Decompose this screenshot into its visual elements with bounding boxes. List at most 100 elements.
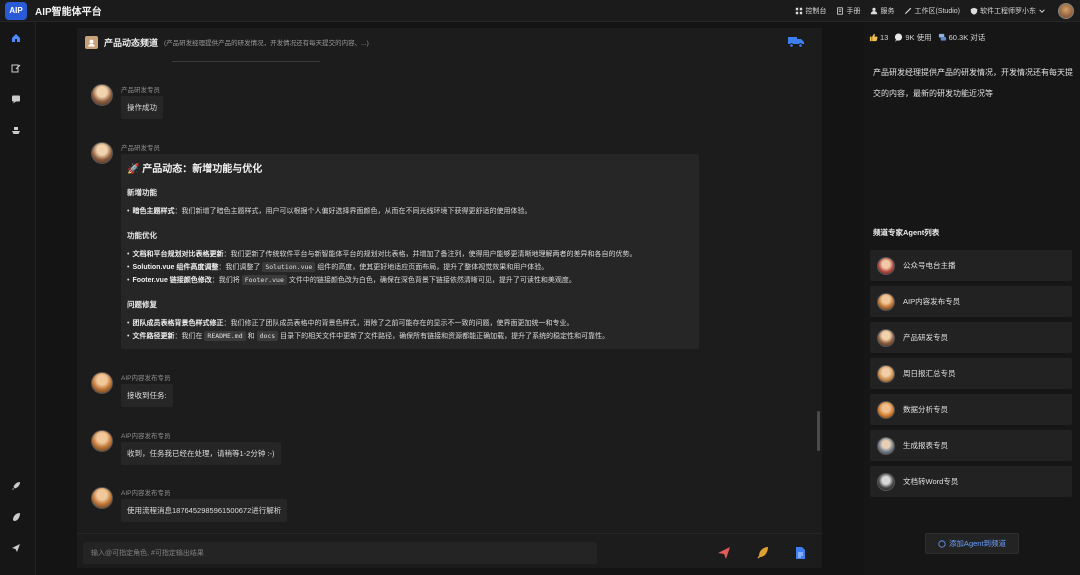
nav-user-label: 软件工程师罗小东 (980, 8, 1036, 15)
nav-studio[interactable]: 工作区(Studio) (904, 6, 960, 16)
home-icon[interactable] (10, 32, 22, 44)
agent-list-item[interactable]: 公众号电台主播 (870, 250, 1072, 281)
section-heading: 新增功能 (127, 188, 157, 197)
nav-user-menu[interactable]: 软件工程师罗小东 (970, 6, 1046, 16)
message-sender: 产品研发专员 (121, 145, 160, 152)
truck-icon[interactable] (788, 35, 804, 48)
agent-avatar (877, 292, 895, 311)
nav-console[interactable]: 控制台 (795, 6, 826, 16)
channel-name: 产品动态频道 (104, 37, 159, 48)
studio-icon (905, 7, 912, 15)
list-item: 团队成员表格背景色样式修正：我们修正了团队成员表格中的背景色样式，消除了之前可能… (127, 317, 693, 330)
right-panel: 13 9K 使用 60.3K 对话 产品研发经理提供产品的研发情况，开发情况还有… (864, 22, 1080, 575)
conversations-stat: 60.3K 对话 (938, 32, 985, 43)
agent-name: 产品研发专员 (903, 333, 948, 342)
service-icon (871, 7, 878, 15)
list-item: Footer.vue 链接颜色修改：我们将 Footer.vue 文件中的链接颜… (127, 274, 693, 287)
inline-code: Footer.vue (241, 275, 287, 285)
composer (77, 533, 822, 568)
agent-list-item[interactable]: 数据分析专员 (870, 394, 1072, 425)
channel-stats: 13 9K 使用 60.3K 对话 (869, 32, 985, 43)
list-item: 文档和平台规划对比表格更新：我们更新了传统软件平台与新智能体平台的规划对比表格，… (127, 248, 693, 261)
add-agent-label: 添加Agent到频道 (948, 539, 1007, 548)
agent-name: 数据分析专员 (903, 405, 948, 414)
send-icon[interactable] (717, 546, 731, 560)
inline-code: Solution.vue (262, 262, 316, 272)
app-logo[interactable]: AIP (5, 1, 27, 20)
agent-avatar (877, 328, 895, 347)
channel-full-description: 产品研发经理提供产品的研发情况，开发情况还有每天提交的内容，最新的研发功能近况等 (873, 68, 1073, 98)
left-sidebar (0, 22, 36, 575)
section-list: 文档和平台规划对比表格更新：我们更新了传统软件平台与新智能体平台的规划对比表格，… (127, 248, 693, 287)
agent-avatar[interactable] (91, 487, 113, 509)
agent-list-item[interactable]: 生成报表专员 (870, 430, 1072, 461)
agent-name: 公众号电台主播 (903, 261, 956, 270)
likes-stat[interactable]: 13 (869, 33, 888, 42)
manual-icon (837, 7, 844, 15)
console-icon (796, 7, 803, 15)
nav-studio-label: 工作区(Studio) (914, 8, 960, 15)
agent-avatar[interactable] (91, 430, 113, 452)
send-icon[interactable] (10, 542, 22, 554)
add-circle-icon (938, 539, 946, 548)
app-title: AIP智能体平台 (35, 7, 102, 18)
chevron-down-icon (1039, 9, 1045, 13)
ship-icon[interactable] (10, 124, 22, 136)
rich-message-card: 🚀 产品动态：新增功能与优化 新增功能 暗色主题样式：我们新增了暗色主题样式，用… (121, 154, 699, 349)
chat-bubble-icon (895, 33, 903, 42)
agent-avatar (877, 256, 895, 275)
nav-console-label: 控制台 (805, 8, 827, 15)
agent-list-item[interactable]: 产品研发专员 (870, 322, 1072, 353)
agent-name: 生成报表专员 (903, 441, 948, 450)
agent-list-title: 频道专家Agent列表 (873, 228, 940, 237)
agent-avatar (877, 472, 895, 491)
nav-service-label: 服务 (880, 8, 895, 15)
rich-title: 🚀 产品动态：新增功能与优化 (127, 164, 263, 175)
agent-avatar[interactable] (91, 142, 113, 164)
feather-icon[interactable] (10, 511, 22, 523)
chat-icon[interactable] (10, 93, 22, 105)
list-item: 文件路径更新：我们在 README.md 和 docs 目录下的相关文件中更新了… (127, 330, 693, 343)
message-input[interactable] (83, 542, 597, 564)
nav-service[interactable]: 服务 (870, 6, 894, 16)
agent-avatar[interactable] (91, 372, 113, 394)
document-icon[interactable] (793, 546, 807, 560)
channel-icon (85, 35, 98, 49)
user-avatar[interactable] (1058, 3, 1074, 19)
usage-stat: 9K 使用 (894, 32, 932, 43)
edit-icon[interactable] (10, 62, 22, 74)
message-bubble: 接收到任务: (121, 384, 173, 407)
message-sender: 产品研发专员 (121, 87, 160, 94)
list-item: 暗色主题样式：我们新增了暗色主题样式，用户可以根据个人偏好选择界面颜色，从而在不… (127, 205, 693, 218)
chat-scrollbar[interactable] (817, 411, 820, 451)
message-sender: AIP内容发布专员 (121, 490, 171, 497)
message-sender: AIP内容发布专员 (121, 433, 171, 440)
top-bar: AIP AIP智能体平台 控制台 手册 服务 工作区(Studio) 软件工程师… (0, 0, 1080, 22)
pen-icon[interactable] (756, 546, 770, 560)
agent-avatar[interactable] (91, 84, 113, 106)
nav-manual-label: 手册 (846, 8, 861, 15)
agent-list-item[interactable]: AIP内容发布专员 (870, 286, 1072, 317)
channel-description: (产品研发经理提供产品的研发情况，开发情况还有每天提交的内容、...) (164, 40, 369, 47)
section-list: 团队成员表格背景色样式修正：我们修正了团队成员表格中的背景色样式，消除了之前可能… (127, 317, 693, 343)
agent-name: 文档转Word专员 (903, 477, 959, 486)
channel-header: 产品动态频道 (产品研发经理提供产品的研发情况，开发情况还有每天提交的内容、..… (77, 28, 822, 56)
rocket-icon[interactable] (10, 480, 22, 492)
agent-name: AIP内容发布专员 (903, 297, 961, 306)
top-nav: 控制台 手册 服务 工作区(Studio) 软件工程师罗小东 (795, 0, 1046, 22)
add-agent-button[interactable]: 添加Agent到频道 (925, 533, 1019, 554)
list-item: Solution.vue 组件高度调整：我们调整了 Solution.vue 组… (127, 261, 693, 274)
agent-avatar (877, 364, 895, 383)
thumbs-up-icon (869, 33, 878, 42)
divider (172, 61, 320, 62)
agent-list-item[interactable]: 周日报汇总专员 (870, 358, 1072, 389)
section-heading: 问题修复 (127, 300, 157, 309)
nav-manual[interactable]: 手册 (836, 6, 860, 16)
dialogue-icon (938, 33, 946, 41)
message-bubble: 操作成功 (121, 96, 163, 119)
section-heading: 功能优化 (127, 231, 157, 240)
agent-list-item[interactable]: 文档转Word专员 (870, 466, 1072, 497)
inline-code: docs (256, 331, 279, 341)
agent-avatar (877, 436, 895, 455)
message-bubble: 使用流程消息1876452985961500672进行解析 (121, 499, 288, 522)
